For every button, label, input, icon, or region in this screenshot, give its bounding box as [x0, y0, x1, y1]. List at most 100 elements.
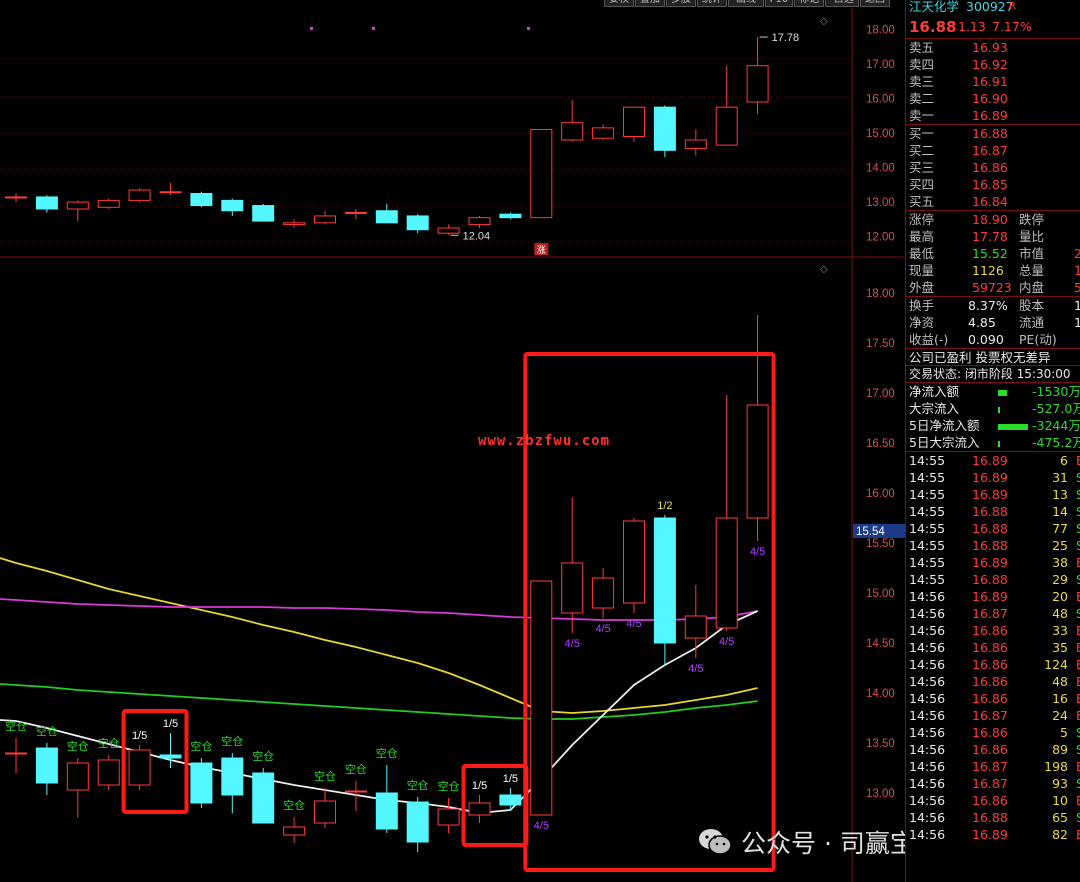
top-candle[interactable] — [314, 215, 336, 224]
top-candle[interactable] — [252, 205, 275, 222]
bottom-candle[interactable] — [252, 772, 275, 824]
top-candle[interactable] — [592, 127, 615, 139]
top-candle[interactable] — [746, 65, 769, 103]
top-candle[interactable] — [468, 217, 491, 226]
bottom-candle[interactable] — [499, 794, 522, 806]
top-candle[interactable] — [35, 196, 58, 210]
bottom-candle[interactable] — [66, 762, 89, 791]
stat-row: 现量 1126 总量 11 — [906, 262, 1080, 279]
toolbar-button[interactable]: 叠加 — [635, 0, 665, 7]
tick-row: 14:56 16.87 198 B — [906, 758, 1080, 775]
toolbar-button[interactable]: 标记 — [794, 0, 824, 7]
ask-row: 卖三 16.91 — [906, 73, 1080, 90]
tick-price: 16.86 — [972, 623, 1008, 638]
top-axis-tick: 14.00 — [866, 163, 895, 175]
bottom-candle[interactable] — [653, 517, 676, 644]
bottom-candle[interactable] — [283, 826, 306, 836]
bottom-candle[interactable] — [746, 404, 769, 519]
top-candle[interactable] — [283, 222, 306, 226]
top-candle[interactable] — [406, 215, 429, 231]
tick-list[interactable]: 14:5516.896B14:5516.8931S14:5516.8913S14… — [906, 451, 1080, 843]
top-candle[interactable] — [623, 106, 645, 137]
tick-row: 14:56 16.86 124 B — [906, 656, 1080, 673]
bottom-candle[interactable] — [684, 615, 707, 639]
top-candle[interactable] — [437, 227, 460, 234]
fund-value: 1 — [1074, 314, 1080, 331]
stat-value: 11 — [1074, 262, 1080, 279]
stat-label: 内盘 — [1019, 280, 1045, 295]
top-candle[interactable] — [530, 129, 553, 219]
bottom-candle[interactable] — [468, 802, 491, 816]
bottom-candle[interactable] — [5, 752, 27, 755]
bid-book: 买一 16.88 买二 16.87 买三 16.86 买四 16.85 买五 16.84 — [906, 124, 1080, 210]
bottom-candle[interactable] — [406, 801, 429, 843]
toolbar-button[interactable]: 统计 — [697, 0, 727, 7]
bottom-candle[interactable] — [35, 747, 58, 784]
tick-time: 14:56 — [909, 793, 946, 808]
toolbar-button[interactable]: -自选 — [825, 0, 859, 7]
ask-label: 卖五 — [909, 40, 935, 55]
top-candle[interactable] — [66, 201, 89, 210]
fund-value: 0.090 — [968, 332, 1004, 347]
tick-price: 16.87 — [972, 776, 1008, 791]
tick-side: B — [1076, 639, 1080, 656]
top-candle[interactable] — [561, 122, 584, 141]
top-candle[interactable] — [5, 196, 27, 199]
stat-label: 跌停 — [1019, 212, 1045, 227]
bottom-candle[interactable] — [314, 800, 336, 824]
tick-volume: 24 — [1052, 708, 1068, 723]
bottom-candle[interactable] — [437, 808, 460, 826]
flow-value: -3244万 — [1032, 418, 1080, 433]
toolbar-button[interactable]: F10 — [765, 0, 793, 7]
diamond-icon[interactable]: ◇ — [820, 16, 828, 27]
tick-price: 16.89 — [972, 487, 1008, 502]
bottom-candle[interactable] — [375, 792, 398, 830]
stock-header[interactable]: 江天化学 300927 R — [906, 0, 1080, 16]
tick-volume: 16 — [1052, 691, 1068, 706]
bottom-candle[interactable] — [561, 562, 584, 614]
tick-row: 14:56 16.86 35 B — [906, 639, 1080, 656]
bottom-candle[interactable] — [128, 749, 151, 786]
bottom-candle[interactable] — [344, 790, 367, 793]
bottom-candle[interactable] — [715, 517, 738, 629]
ask-price: 16.93 — [972, 40, 1008, 55]
stat-label: 总量 — [1019, 263, 1045, 278]
toolbar-button[interactable]: 返回 — [860, 0, 890, 7]
bottom-candle[interactable] — [97, 759, 120, 786]
bottom-candle[interactable] — [190, 762, 213, 804]
tick-price: 16.87 — [972, 759, 1008, 774]
kongcang-label: 空仓 — [190, 739, 212, 753]
tick-time: 14:55 — [909, 504, 946, 519]
toolbar-button[interactable]: 多股 — [666, 0, 696, 7]
bottom-candle[interactable] — [221, 757, 244, 796]
top-candle[interactable] — [344, 211, 367, 214]
diamond-icon[interactable]: ◇ — [820, 264, 828, 275]
top-candle[interactable] — [190, 192, 213, 207]
top-candle[interactable] — [375, 210, 398, 224]
stock-name: 江天化学 — [909, 0, 960, 14]
top-candle[interactable] — [715, 106, 738, 146]
stat-row: 最高 17.78 量比 — [906, 228, 1080, 245]
toolbar-button[interactable]: 要权 — [604, 0, 634, 7]
top-candle[interactable] — [499, 213, 522, 219]
toolbar-button[interactable]: 画线 — [728, 0, 764, 7]
top-candle[interactable] — [128, 189, 151, 201]
bottom-axis-tick: 17.00 — [866, 388, 895, 400]
top-candle[interactable] — [159, 191, 182, 194]
bottom-candle[interactable] — [592, 577, 615, 609]
tick-side: B — [1076, 707, 1080, 724]
top-candle[interactable] — [653, 106, 676, 151]
top-candle[interactable] — [684, 139, 707, 150]
stat-value: 18.90 — [972, 212, 1008, 227]
bottom-axis-tick: 15.00 — [866, 588, 895, 600]
top-candle[interactable] — [221, 199, 244, 212]
tick-volume: 35 — [1052, 640, 1068, 655]
kline-chart[interactable]: 18.00 17.00 16.00 15.00 14.00 13.00 12.00 17.78… — [0, 0, 905, 882]
bottom-candle[interactable] — [623, 520, 645, 604]
bottom-candle[interactable] — [159, 754, 182, 759]
ask-price: 16.90 — [972, 91, 1008, 106]
stock-price-row: 16.88 1.13 7.17% — [906, 16, 1080, 38]
tick-volume: 38 — [1052, 555, 1068, 570]
top-candle[interactable] — [97, 199, 120, 208]
bottom-candle[interactable] — [530, 580, 553, 816]
